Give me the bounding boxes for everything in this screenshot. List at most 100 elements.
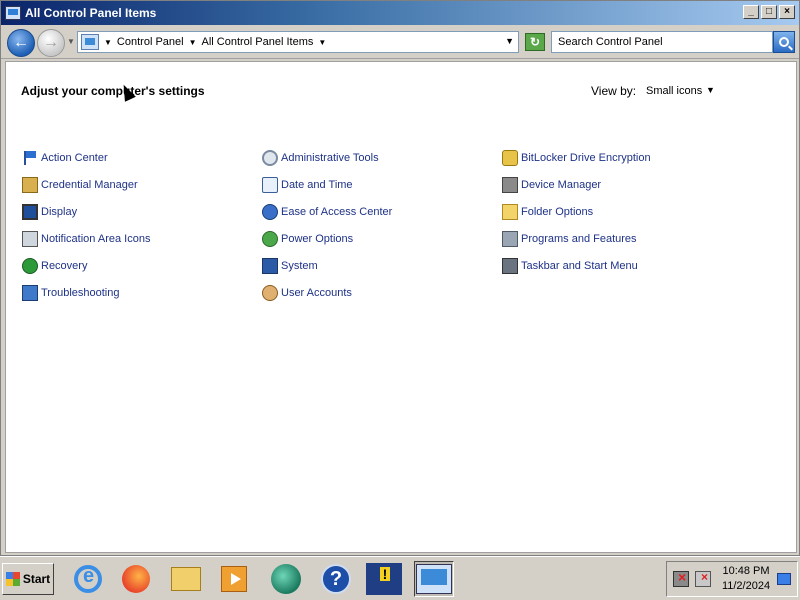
view-by-label: View by: xyxy=(591,84,637,98)
taskbar: Start ? 10:48 PM 11/2/2024 xyxy=(0,556,800,600)
search-input[interactable]: Search Control Panel xyxy=(551,31,773,53)
users-icon xyxy=(262,285,278,301)
green-app-icon xyxy=(271,564,301,594)
item-taskbar-and-start-menu[interactable]: Taskbar and Start Menu xyxy=(502,257,638,275)
item-label: Credential Manager xyxy=(41,179,138,191)
window-controls: _ □ × xyxy=(743,5,795,19)
item-action-center[interactable]: Action Center xyxy=(22,149,108,167)
close-button[interactable]: × xyxy=(779,5,795,19)
item-label: Taskbar and Start Menu xyxy=(521,260,638,272)
forward-button[interactable]: → xyxy=(37,29,65,57)
item-label: Administrative Tools xyxy=(281,152,379,164)
breadcrumb-control-panel[interactable]: Control Panel xyxy=(117,36,184,48)
item-notification-area-icons[interactable]: Notification Area Icons xyxy=(22,230,150,248)
start-button[interactable]: Start xyxy=(2,563,54,595)
clock[interactable]: 10:48 PM 11/2/2024 xyxy=(719,564,773,594)
item-troubleshooting[interactable]: Troubleshooting xyxy=(22,284,119,302)
flag-icon xyxy=(22,150,38,166)
network-icon[interactable] xyxy=(673,569,689,587)
item-label: Action Center xyxy=(41,152,108,164)
taskbar-app-internet-explorer[interactable] xyxy=(68,561,108,597)
chevron-down-icon[interactable]: ▼ xyxy=(706,85,715,95)
item-programs-and-features[interactable]: Programs and Features xyxy=(502,230,637,248)
action-center-flag-icon xyxy=(366,563,402,595)
item-label: Folder Options xyxy=(521,206,594,218)
start-label: Start xyxy=(22,572,51,586)
main-content: Adjust your computer's settings View by:… xyxy=(5,61,797,553)
taskbar-app-windows-explorer[interactable] xyxy=(166,561,206,597)
monitor-icon xyxy=(22,204,38,220)
search-button[interactable] xyxy=(773,31,795,53)
back-button[interactable]: ← xyxy=(7,29,35,57)
item-label: Notification Area Icons xyxy=(41,233,151,245)
history-dropdown-icon[interactable]: ▼ xyxy=(67,37,75,46)
windows-explorer-icon xyxy=(171,567,201,591)
windows-logo-icon xyxy=(5,572,20,586)
internet-explorer-icon xyxy=(74,565,102,593)
chevron-down-icon[interactable]: ▼ xyxy=(189,38,197,47)
folder-icon xyxy=(502,204,518,220)
media-player-icon xyxy=(221,566,247,592)
maximize-button[interactable]: □ xyxy=(761,5,777,19)
item-label: Ease of Access Center xyxy=(281,206,393,218)
refresh-button[interactable]: ↻ xyxy=(525,33,545,51)
taskbar-app-control-panel[interactable] xyxy=(414,561,454,597)
item-ease-of-access-center[interactable]: Ease of Access Center xyxy=(262,203,392,221)
item-bitlocker-drive-encryption[interactable]: BitLocker Drive Encryption xyxy=(502,149,651,167)
taskbar-app-firefox[interactable] xyxy=(116,561,156,597)
power-icon xyxy=(262,231,278,247)
volume-icon[interactable] xyxy=(695,570,711,587)
device-icon xyxy=(502,177,518,193)
breadcrumb-all-items[interactable]: All Control Panel Items xyxy=(202,36,314,48)
clock-icon xyxy=(262,177,278,193)
address-bar[interactable]: ▼ Control Panel ▼ All Control Panel Item… xyxy=(77,31,519,53)
programs-icon xyxy=(502,231,518,247)
item-label: BitLocker Drive Encryption xyxy=(521,152,651,164)
page-title: Adjust your computer's settings xyxy=(21,84,205,98)
search-icon xyxy=(779,37,789,47)
navigation-bar: ← → ▼ ▼ Control Panel ▼ All Control Pane… xyxy=(1,25,799,59)
item-folder-options[interactable]: Folder Options xyxy=(502,203,593,221)
show-desktop-icon[interactable] xyxy=(777,573,791,585)
safe-icon xyxy=(22,177,38,193)
control-panel-icon xyxy=(5,6,21,20)
chevron-down-icon[interactable]: ▼ xyxy=(104,38,112,47)
item-label: Date and Time xyxy=(281,179,353,191)
recovery-icon xyxy=(22,258,38,274)
chevron-down-icon[interactable]: ▼ xyxy=(318,38,326,47)
taskbar-app-green[interactable] xyxy=(266,561,306,597)
taskbar-app-action-center[interactable] xyxy=(364,561,404,597)
item-administrative-tools[interactable]: Administrative Tools xyxy=(262,149,379,167)
item-credential-manager[interactable]: Credential Manager xyxy=(22,176,138,194)
clock-time: 10:48 PM xyxy=(722,565,770,577)
troubleshooting-icon xyxy=(22,285,38,301)
item-power-options[interactable]: Power Options xyxy=(262,230,353,248)
accessibility-icon xyxy=(262,204,278,220)
item-label: Troubleshooting xyxy=(41,287,120,299)
item-label: User Accounts xyxy=(281,287,352,299)
item-date-and-time[interactable]: Date and Time xyxy=(262,176,353,194)
taskbar-app-help[interactable]: ? xyxy=(316,561,356,597)
item-label: Power Options xyxy=(281,233,354,245)
minimize-button[interactable]: _ xyxy=(743,5,759,19)
firefox-icon xyxy=(122,565,150,593)
title-bar[interactable]: All Control Panel Items _ □ × xyxy=(1,1,799,25)
item-recovery[interactable]: Recovery xyxy=(22,257,87,275)
item-display[interactable]: Display xyxy=(22,203,77,221)
address-dropdown-icon[interactable]: ▼ xyxy=(505,36,514,46)
control-panel-window: All Control Panel Items _ □ × ← → ▼ ▼ Co… xyxy=(0,0,800,556)
item-label: Programs and Features xyxy=(521,233,637,245)
taskbar-app-media-player[interactable] xyxy=(214,561,254,597)
system-icon xyxy=(262,258,278,274)
system-tray: 10:48 PM 11/2/2024 xyxy=(666,561,798,597)
item-label: System xyxy=(281,260,318,272)
window-title: All Control Panel Items xyxy=(25,6,157,20)
item-system[interactable]: System xyxy=(262,257,318,275)
view-by-dropdown[interactable]: Small icons xyxy=(646,85,702,97)
item-label: Recovery xyxy=(41,260,88,272)
clock-date: 11/2/2024 xyxy=(721,580,771,592)
key-icon xyxy=(502,150,518,166)
item-user-accounts[interactable]: User Accounts xyxy=(262,284,352,302)
item-device-manager[interactable]: Device Manager xyxy=(502,176,601,194)
control-panel-icon xyxy=(81,34,99,50)
